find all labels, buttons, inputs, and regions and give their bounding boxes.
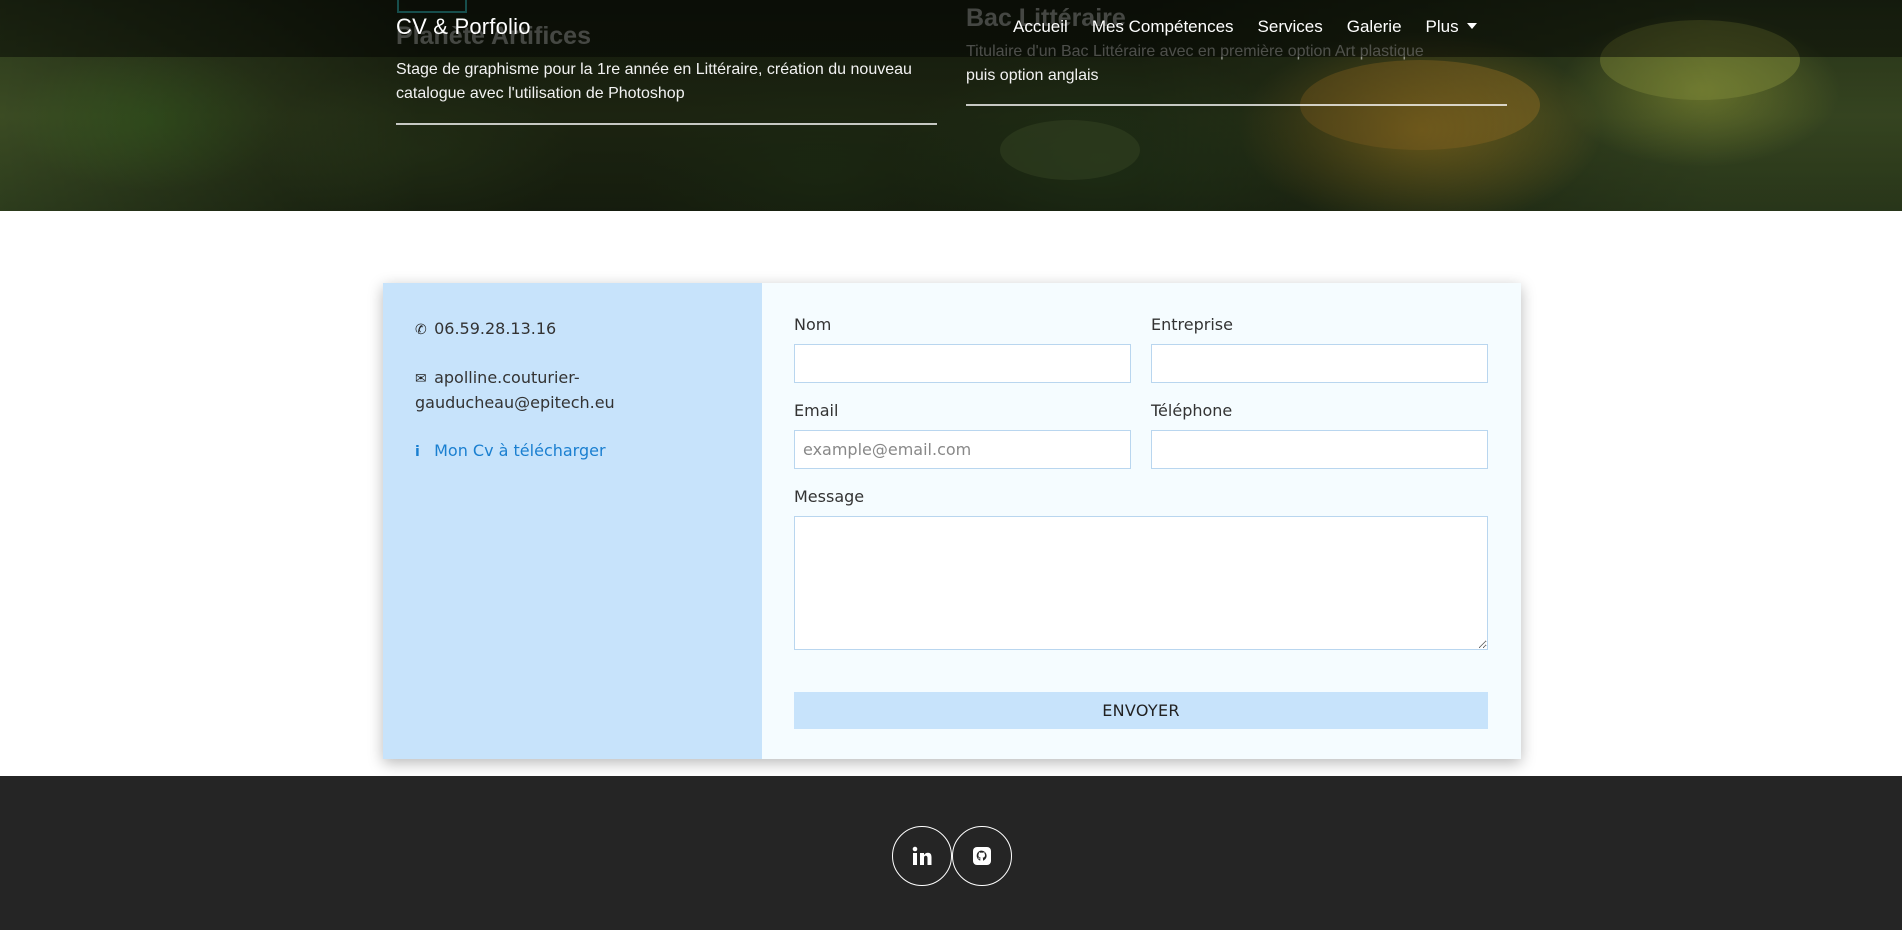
telephone-label: Téléphone [1151,401,1233,420]
nav-dropdown-plus[interactable]: Plus [1426,17,1477,37]
phone-icon: ✆ [415,322,427,338]
github-icon [973,847,991,865]
form-row: Nom Entreprise [794,315,1488,401]
envelope-icon: ✉ [415,371,427,387]
entreprise-input[interactable] [1151,344,1488,383]
email-input[interactable] [794,430,1131,469]
phone-info: ✆ 06.59.28.13.16 [415,317,762,342]
timeline-description: Stage de graphisme pour la 1re année en … [396,61,912,102]
cv-download-link[interactable]: i Mon Cv à télécharger [415,439,762,464]
cv-download-label[interactable]: Mon Cv à télécharger [434,441,605,460]
message-label: Message [794,487,865,506]
timeline-description-line: puis option anglais [966,67,1099,84]
info-icon: i [415,444,420,460]
entreprise-field-group: Entreprise [1151,315,1488,383]
email-field-group: Email [794,401,1131,469]
nav-link-competences[interactable]: Mes Compétences [1092,17,1234,37]
nav-link-services[interactable]: Services [1258,17,1323,37]
nom-input[interactable] [794,344,1131,383]
email-address: apolline.couturier- [434,368,580,387]
timeline-divider [396,123,937,125]
telephone-field-group: Téléphone [1151,401,1488,469]
timeline-divider [966,104,1507,106]
github-button[interactable] [952,826,1012,886]
nav-links: Accueil Mes Compétences Services Galerie… [1013,17,1501,37]
linkedin-icon [912,846,932,865]
nom-field-group: Nom [794,315,1131,383]
footer [0,776,1902,930]
email-address-line2: gauducheau@epitech.eu [415,393,615,412]
contact-form: Nom Entreprise Email Téléphone Message E… [762,283,1521,759]
email-info: ✉ apolline.couturier- gauducheau@epitech… [415,366,762,415]
entreprise-label: Entreprise [1151,315,1233,334]
brand-logo[interactable]: CV & Porfolio [396,14,531,40]
contact-card: ✆ 06.59.28.13.16 ✉ apolline.couturier- g… [383,283,1521,759]
contact-info-panel: ✆ 06.59.28.13.16 ✉ apolline.couturier- g… [383,283,762,759]
nav-link-accueil[interactable]: Accueil [1013,17,1068,37]
hero-banner: Planète Artifices Stage de graphisme pou… [0,0,1902,211]
telephone-input[interactable] [1151,430,1488,469]
nom-label: Nom [794,315,832,334]
nav-link-galerie[interactable]: Galerie [1347,17,1402,37]
message-textarea[interactable] [794,516,1488,650]
submit-button[interactable]: ENVOYER [794,692,1488,729]
email-label: Email [794,401,839,420]
phone-number: 06.59.28.13.16 [434,319,557,338]
linkedin-button[interactable] [892,826,952,886]
navbar: CV & Porfolio Accueil Mes Compétences Se… [0,0,1902,57]
message-field-group: Message [794,487,1488,654]
form-row: Email Téléphone [794,401,1488,487]
